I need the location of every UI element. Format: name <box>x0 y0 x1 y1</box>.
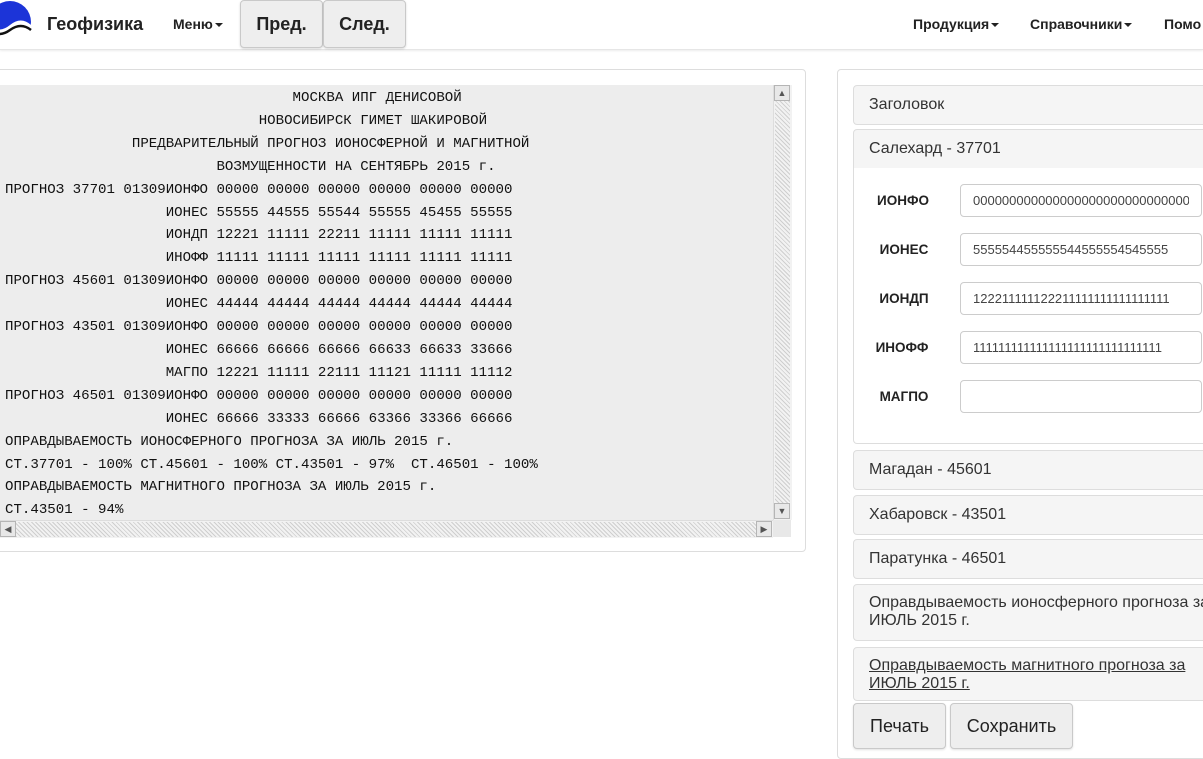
brand-title[interactable]: Геофизика <box>47 14 143 35</box>
products-label: Продукция <box>913 16 990 32</box>
products-dropdown[interactable]: Продукция <box>913 16 1000 32</box>
scroll-up-icon[interactable]: ▲ <box>774 85 790 101</box>
inoff-label: ИНОФФ <box>875 340 929 355</box>
inoff-input[interactable] <box>960 331 1202 364</box>
accordion-paratunka[interactable]: Паратунка - 46501 <box>853 539 1203 579</box>
accordion-label: Паратунка - 46501 <box>869 550 1007 567</box>
prev-button[interactable]: Пред. <box>240 0 323 48</box>
iones-label: ИОНЕС <box>879 242 929 257</box>
magpo-input[interactable] <box>960 380 1202 413</box>
accordion-label: Салехард - 37701 <box>869 140 1001 157</box>
accordion-iono-accuracy[interactable]: Оправдываемость ионосферного прогноза за… <box>853 584 1203 641</box>
ionfo-label: ИОНФО <box>877 193 929 208</box>
iones-input[interactable] <box>960 233 1202 266</box>
menu-dropdown[interactable]: Меню <box>173 16 223 32</box>
scroll-right-icon[interactable]: ▶ <box>756 521 772 537</box>
forecast-textarea[interactable]: МОСКВА ИПГ ДЕНИСОВОЙ НОВОСИБИРСК ГИМЕТ Ш… <box>0 85 791 537</box>
accordion-label: Оправдываемость магнитного прогноза за И… <box>869 657 1186 692</box>
accordion-label: Заголовок <box>869 96 945 113</box>
vertical-scrollbar[interactable]: ▲ ▼ <box>773 85 792 520</box>
accordion-magadan[interactable]: Магадан - 45601 <box>853 450 1203 490</box>
accordion-salekhard[interactable]: Салехард - 37701 <box>853 129 1203 169</box>
horizontal-scrollbar[interactable]: ◀ ▶ <box>0 520 773 538</box>
accordion-label: Хабаровск - 43501 <box>869 506 1007 523</box>
caret-down-icon <box>214 23 223 28</box>
scroll-track[interactable] <box>16 522 756 537</box>
caret-down-icon <box>1124 23 1133 28</box>
iondp-label: ИОНДП <box>879 291 929 306</box>
print-button[interactable]: Печать <box>853 703 946 749</box>
accordion-label: Магадан - 45601 <box>869 461 992 478</box>
help-menu[interactable]: Помо <box>1164 16 1201 32</box>
scroll-corner <box>773 520 791 537</box>
top-navbar: Геофизика Меню Пред. След. Продукция Спр… <box>0 0 1203 50</box>
save-button[interactable]: Сохранить <box>950 703 1073 749</box>
caret-down-icon <box>991 23 1000 28</box>
ionfo-input[interactable] <box>960 184 1202 217</box>
geophysics-logo-icon[interactable] <box>0 0 32 44</box>
accordion-header-title[interactable]: Заголовок <box>853 85 1203 125</box>
references-label: Справочники <box>1030 16 1123 32</box>
scroll-down-icon[interactable]: ▼ <box>774 503 790 519</box>
forecast-text: МОСКВА ИПГ ДЕНИСОВОЙ НОВОСИБИРСК ГИМЕТ Ш… <box>5 90 538 519</box>
scroll-left-icon[interactable]: ◀ <box>0 521 16 537</box>
accordion-khabarovsk[interactable]: Хабаровск - 43501 <box>853 495 1203 535</box>
references-dropdown[interactable]: Справочники <box>1030 16 1133 32</box>
scroll-track[interactable] <box>775 101 790 504</box>
accordion-mag-accuracy[interactable]: Оправдываемость магнитного прогноза за И… <box>853 647 1203 701</box>
accordion-label: Оправдываемость ионосферного прогноза за… <box>869 594 1203 629</box>
menu-label: Меню <box>173 16 213 32</box>
magpo-label: МАГПО <box>879 389 929 404</box>
next-button[interactable]: След. <box>323 0 406 48</box>
iondp-input[interactable] <box>960 282 1202 315</box>
